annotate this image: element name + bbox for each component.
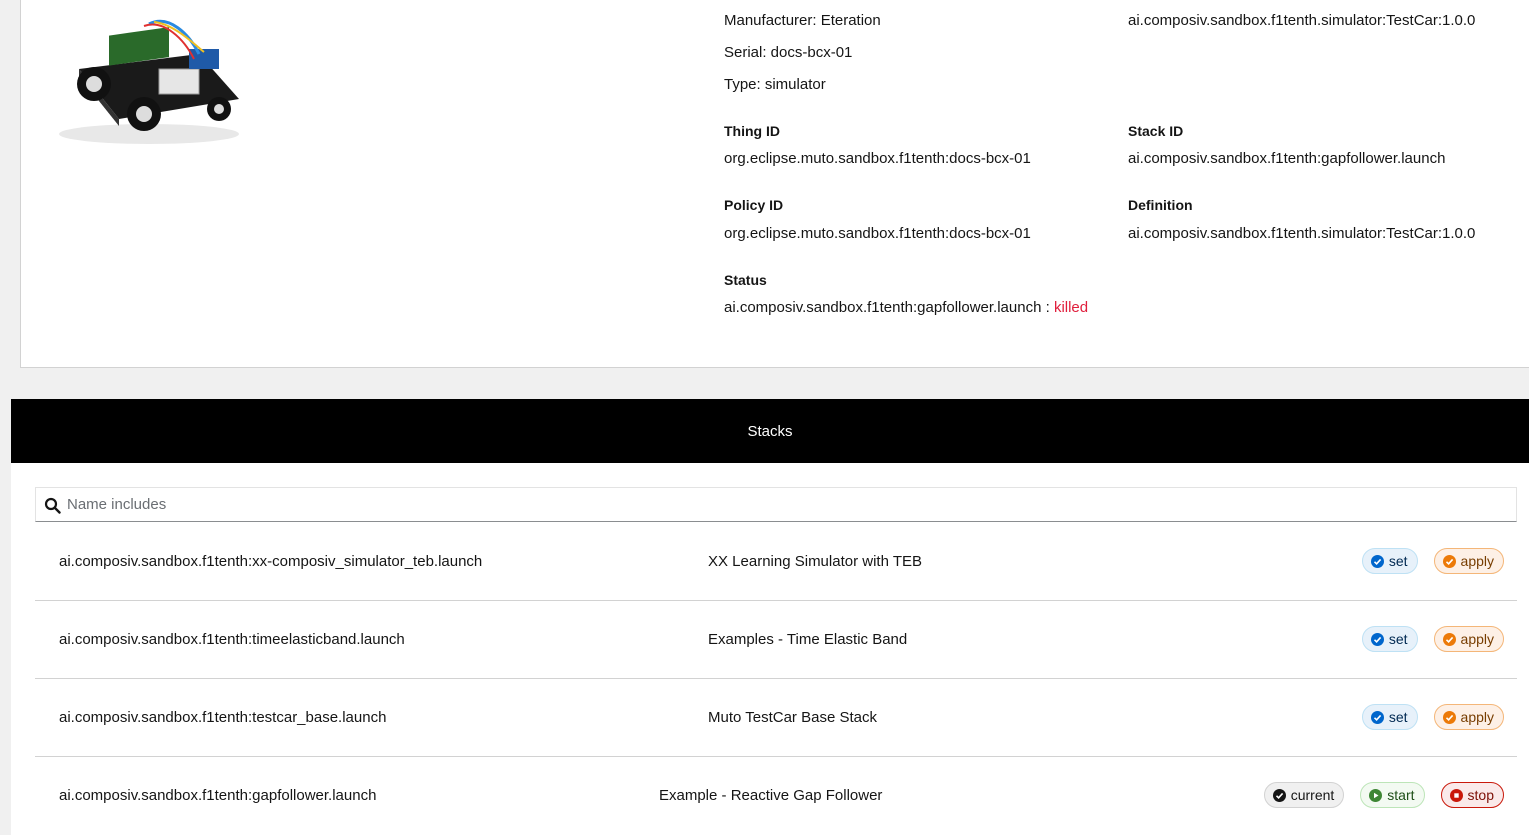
check-circle-icon — [1442, 554, 1456, 568]
search-box — [35, 487, 1517, 522]
device-image — [59, 19, 239, 144]
apply-label: apply — [1460, 631, 1494, 647]
stacks-title: Stacks — [747, 422, 793, 440]
apply-label: apply — [1460, 709, 1494, 725]
table-row: ai.composiv.sandbox.f1tenth:testcar_base… — [35, 679, 1517, 757]
check-circle-icon — [1370, 554, 1384, 568]
set-button[interactable]: set — [1361, 626, 1418, 652]
stack-name: ai.composiv.sandbox.f1tenth:xx-composiv_… — [59, 553, 483, 570]
row-actions: set apply — [1361, 704, 1504, 730]
start-button[interactable]: start — [1360, 782, 1425, 808]
status-badge: killed — [1053, 299, 1089, 316]
status-label: Status — [724, 272, 767, 288]
check-circle-icon — [1442, 710, 1456, 724]
apply-label: apply — [1460, 553, 1494, 569]
table-row: ai.composiv.sandbox.f1tenth:gapfollower.… — [35, 757, 1517, 835]
stack-name: ai.composiv.sandbox.f1tenth:testcar_base… — [59, 709, 387, 726]
check-circle-icon — [1370, 710, 1384, 724]
set-button[interactable]: set — [1361, 548, 1418, 574]
apply-button[interactable]: apply — [1433, 704, 1504, 730]
start-label: start — [1387, 787, 1415, 803]
check-circle-icon — [1370, 632, 1384, 646]
current-button[interactable]: current — [1263, 782, 1345, 808]
stack-description: XX Learning Simulator with TEB — [708, 553, 922, 570]
thing-id-label: Thing ID — [724, 123, 780, 139]
device-type: Type: simulator — [724, 76, 826, 93]
stack-id-value: ai.composiv.sandbox.f1tenth:gapfollower.… — [1128, 150, 1446, 167]
device-model: ai.composiv.sandbox.f1tenth.simulator:Te… — [1128, 12, 1476, 29]
table-row: ai.composiv.sandbox.f1tenth:timeelasticb… — [35, 601, 1517, 679]
stop-icon — [1449, 788, 1463, 802]
row-actions: set apply — [1361, 548, 1504, 574]
stop-button[interactable]: stop — [1440, 782, 1504, 808]
thing-id-value: org.eclipse.muto.sandbox.f1tenth:docs-bc… — [724, 150, 1031, 167]
current-label: current — [1290, 787, 1335, 803]
manufacturer: Manufacturer: Eteration — [724, 12, 881, 29]
search-input[interactable] — [67, 488, 1507, 521]
stack-name: ai.composiv.sandbox.f1tenth:gapfollower.… — [59, 787, 377, 804]
stack-description: Examples - Time Elastic Band — [708, 631, 908, 648]
set-label: set — [1388, 709, 1408, 725]
policy-id-label: Policy ID — [724, 197, 784, 213]
apply-button[interactable]: apply — [1433, 548, 1504, 574]
stack-name: ai.composiv.sandbox.f1tenth:timeelasticb… — [59, 631, 405, 648]
set-button[interactable]: set — [1361, 704, 1418, 730]
status-stack: ai.composiv.sandbox.f1tenth:gapfollower.… — [724, 299, 1050, 316]
check-circle-icon — [1442, 632, 1456, 646]
stack-description: Example - Reactive Gap Follower — [659, 787, 883, 804]
status-line: ai.composiv.sandbox.f1tenth:gapfollower.… — [724, 299, 1088, 316]
definition-value: ai.composiv.sandbox.f1tenth.simulator:Te… — [1128, 225, 1476, 242]
check-circle-icon — [1272, 788, 1286, 802]
definition-label: Definition — [1128, 197, 1193, 213]
device-details-card: Manufacturer: Eteration Serial: docs-bcx… — [20, 0, 1529, 368]
search-icon — [44, 497, 61, 514]
stacks-panel: Stacks ai.composiv.sandbox.f1tenth:xx-co… — [11, 399, 1529, 835]
row-actions: set apply — [1361, 626, 1504, 652]
page-gutter — [0, 0, 11, 835]
row-actions: current start stop — [1263, 782, 1504, 808]
apply-button[interactable]: apply — [1433, 626, 1504, 652]
play-icon — [1369, 788, 1383, 802]
table-row: ai.composiv.sandbox.f1tenth:xx-composiv_… — [35, 523, 1517, 601]
stacks-header: Stacks — [11, 399, 1529, 463]
serial: Serial: docs-bcx-01 — [724, 44, 853, 61]
stack-description: Muto TestCar Base Stack — [708, 709, 877, 726]
set-label: set — [1388, 553, 1408, 569]
stop-label: stop — [1467, 787, 1494, 803]
set-label: set — [1388, 631, 1408, 647]
stack-id-label: Stack ID — [1128, 123, 1184, 139]
policy-id-value: org.eclipse.muto.sandbox.f1tenth:docs-bc… — [724, 225, 1031, 242]
